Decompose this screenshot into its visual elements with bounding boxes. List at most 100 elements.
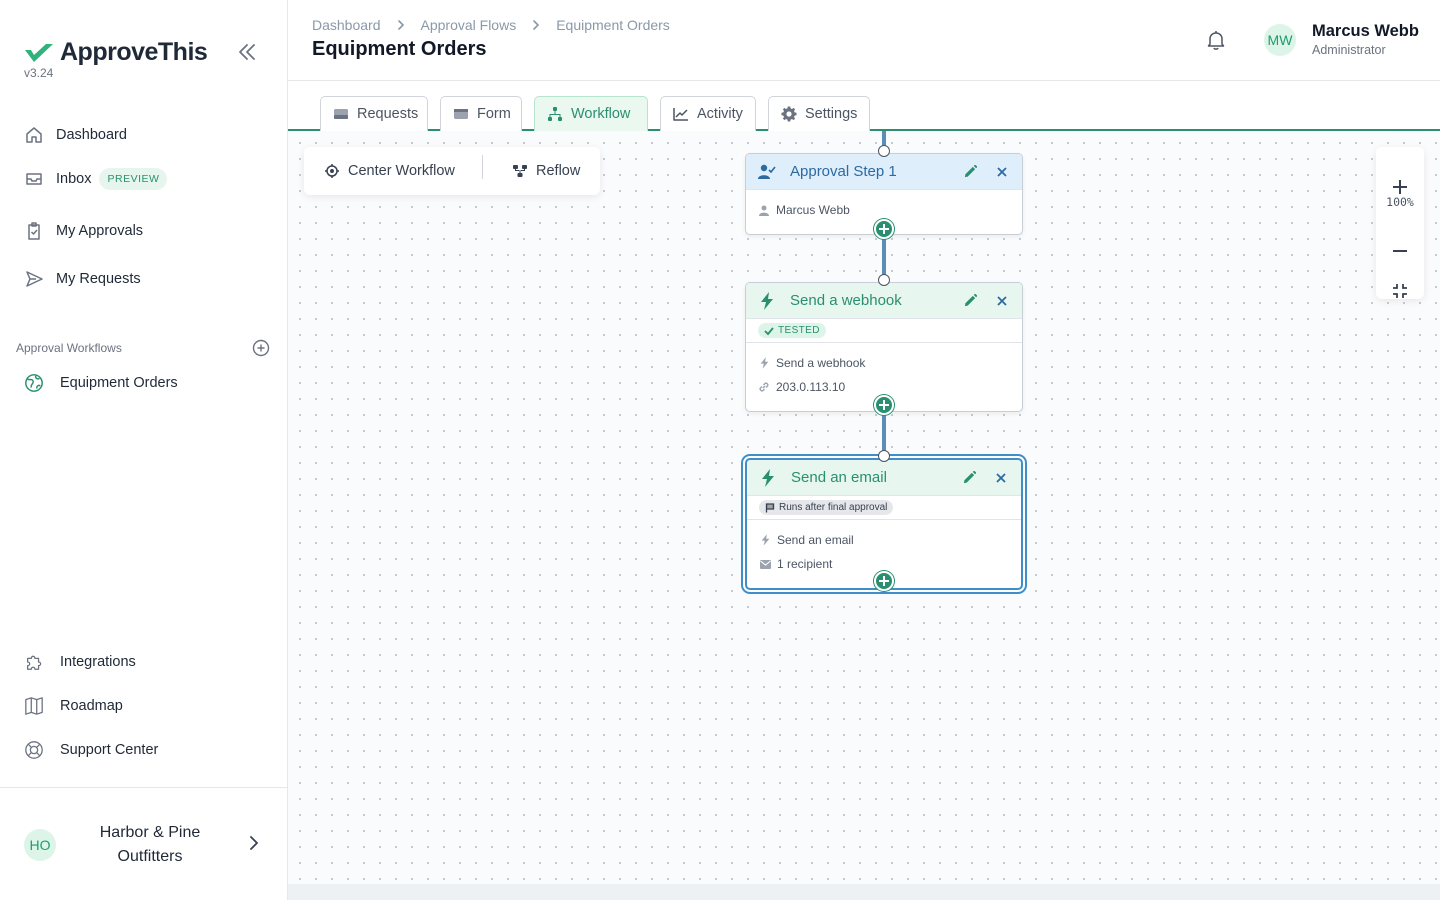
chevron-right-icon[interactable] <box>244 834 262 852</box>
tab-bar: Requests Form Workflow Activity Settings <box>288 81 1440 131</box>
edit-icon[interactable] <box>962 164 978 180</box>
fit-view-button[interactable] <box>1388 279 1412 303</box>
plus-icon <box>879 576 889 586</box>
workflow-item-equipment-orders[interactable]: Equipment Orders <box>24 373 178 393</box>
nav-integrations-label: Integrations <box>60 654 136 670</box>
zoom-controls: 100% <box>1376 147 1424 299</box>
user-check-icon <box>758 163 776 181</box>
nav-support-center[interactable]: Support Center <box>24 740 158 760</box>
organization-switcher[interactable]: HO Harbor & Pine Outfitters <box>0 787 287 900</box>
lifebuoy-icon <box>24 740 44 760</box>
link-icon <box>758 381 770 393</box>
workflow-canvas[interactable]: Center Workflow Reflow 100% Approval Ste… <box>288 131 1440 884</box>
nav-my-approvals-label: My Approvals <box>56 223 144 239</box>
add-step-button[interactable] <box>874 571 894 591</box>
breadcrumb: Dashboard Approval Flows Equipment Order… <box>312 17 670 33</box>
node-input-port[interactable] <box>878 274 890 286</box>
edit-icon[interactable] <box>962 293 978 309</box>
nav-my-requests-label: My Requests <box>56 271 141 287</box>
node-detail: Send an email <box>759 528 1009 552</box>
close-icon[interactable] <box>994 293 1010 309</box>
tab-workflow-label: Workflow <box>571 106 631 122</box>
workflow-icon <box>547 106 563 122</box>
canvas-toolbar: Center Workflow Reflow <box>304 147 600 195</box>
nav-dashboard-label: Dashboard <box>56 127 127 143</box>
user-role: Administrator <box>1312 43 1386 57</box>
breadcrumb-approval-flows[interactable]: Approval Flows <box>421 17 517 33</box>
approver-name: Marcus Webb <box>776 203 850 217</box>
app-version: v3.24 <box>24 66 54 80</box>
user-icon <box>758 204 770 216</box>
send-icon <box>24 269 44 289</box>
add-step-button[interactable] <box>874 395 894 415</box>
inbox-icon <box>24 169 44 189</box>
tab-form-label: Form <box>477 106 511 122</box>
node-title: Send an email <box>791 469 887 486</box>
reflow-icon <box>512 163 528 179</box>
workflow-node-webhook[interactable]: Send a webhook TESTED Send a webhook 203… <box>745 282 1023 412</box>
envelope-icon <box>759 558 771 570</box>
nav-my-requests[interactable]: My Requests <box>24 269 141 289</box>
tested-label: TESTED <box>778 325 820 336</box>
add-step-button[interactable] <box>874 219 894 239</box>
org-avatar: HO <box>24 829 56 861</box>
tab-settings[interactable]: Settings <box>768 96 870 131</box>
nav-roadmap[interactable]: Roadmap <box>24 696 123 716</box>
node-header: Approval Step 1 <box>746 154 1022 190</box>
final-approval-label: Runs after final approval <box>779 502 888 513</box>
node-title: Send a webhook <box>790 292 902 309</box>
node-header: Send an email <box>747 460 1021 496</box>
map-icon <box>24 696 44 716</box>
nav-integrations[interactable]: Integrations <box>24 652 136 672</box>
collapse-fit-icon <box>1393 284 1407 298</box>
bell-icon[interactable] <box>1204 28 1228 52</box>
add-workflow-icon[interactable] <box>252 339 270 357</box>
close-icon[interactable] <box>993 470 1009 486</box>
approvethis-logo-icon <box>25 43 53 62</box>
tab-workflow[interactable]: Workflow <box>534 96 648 131</box>
node-input-port[interactable] <box>878 450 890 462</box>
workflow-item-label: Equipment Orders <box>60 375 178 391</box>
tab-requests[interactable]: Requests <box>320 96 428 131</box>
nav-my-approvals[interactable]: My Approvals <box>24 221 143 241</box>
tab-settings-label: Settings <box>805 106 858 122</box>
zoom-out-button[interactable] <box>1388 239 1412 263</box>
nav-inbox-label: Inbox <box>56 171 92 187</box>
approval-workflows-heading: Approval Workflows <box>16 341 122 355</box>
top-header: Dashboard Approval Flows Equipment Order… <box>288 0 1440 81</box>
lightning-icon <box>759 534 771 546</box>
toolbar-divider <box>482 155 483 179</box>
breadcrumb-dashboard[interactable]: Dashboard <box>312 17 381 33</box>
node-tag-row: TESTED <box>746 319 1022 343</box>
chevron-right-icon <box>397 20 404 30</box>
node-tag-row: Runs after final approval <box>747 496 1021 520</box>
edit-icon[interactable] <box>961 470 977 486</box>
reflow-label: Reflow <box>536 163 581 179</box>
nav-roadmap-label: Roadmap <box>60 698 123 714</box>
center-workflow-button[interactable]: Center Workflow <box>324 163 455 179</box>
canvas-horizontal-scrollbar[interactable] <box>288 884 1440 900</box>
close-icon[interactable] <box>994 164 1010 180</box>
user-name[interactable]: Marcus Webb <box>1312 22 1419 41</box>
user-avatar[interactable]: MW <box>1264 24 1296 56</box>
preview-badge: PREVIEW <box>99 168 168 190</box>
collapse-sidebar-icon[interactable] <box>236 42 258 62</box>
breadcrumb-equipment-orders[interactable]: Equipment Orders <box>556 17 670 33</box>
lightning-icon <box>758 291 776 310</box>
plus-icon <box>1393 180 1407 194</box>
check-icon <box>764 326 774 336</box>
tested-badge: TESTED <box>758 323 826 338</box>
lightning-icon <box>758 357 770 369</box>
tab-activity[interactable]: Activity <box>660 96 756 131</box>
plus-icon <box>879 224 889 234</box>
form-icon <box>453 106 469 122</box>
nav-inbox[interactable]: Inbox PREVIEW <box>24 168 168 190</box>
reflow-button[interactable]: Reflow <box>512 163 580 179</box>
node-input-port[interactable] <box>878 145 890 157</box>
nav-dashboard[interactable]: Dashboard <box>24 125 127 145</box>
tab-form[interactable]: Form <box>440 96 522 131</box>
brand[interactable]: ApproveThis <box>24 38 208 67</box>
tab-activity-label: Activity <box>697 106 743 122</box>
page-title: Equipment Orders <box>312 38 487 60</box>
zoom-level: 100% <box>1386 195 1414 209</box>
